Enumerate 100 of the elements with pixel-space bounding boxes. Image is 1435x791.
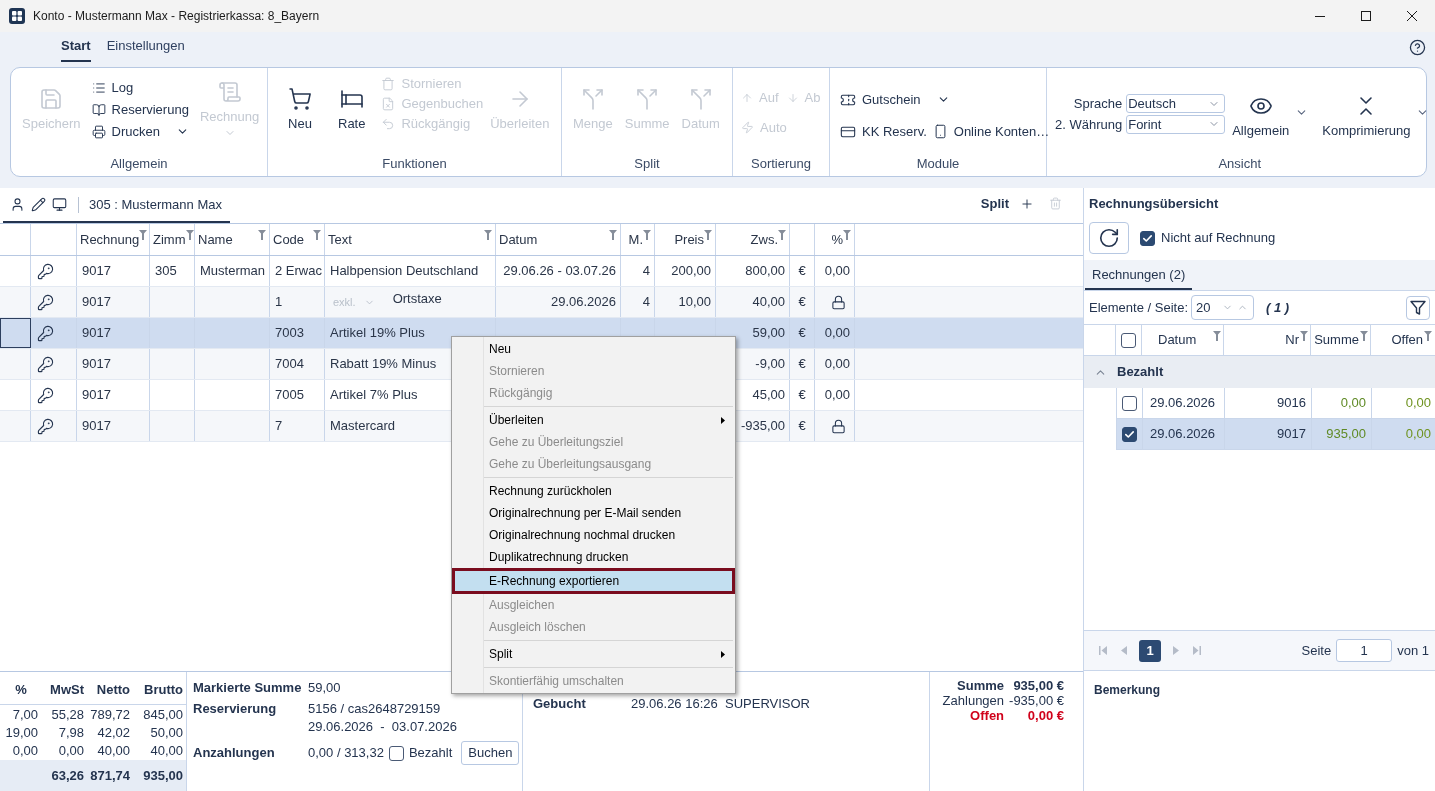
field-label: Anzahlungen (193, 744, 275, 763)
field-label: Seite (1301, 641, 1332, 660)
table-cell-text: 45,00 (752, 386, 785, 405)
table-cell-text: € (798, 262, 806, 281)
field-label: Markierte Summe (193, 679, 302, 697)
table-cell-text: 29.06.2026 (1150, 394, 1216, 413)
table-cell-text: € (798, 293, 806, 312)
table-cell-text: 9017 (82, 324, 111, 343)
table-cell-text: 7 (275, 417, 283, 436)
table-cell-text: -935,00 (740, 417, 785, 436)
remark-label: Bemerkung (1094, 683, 1161, 697)
table-cell-text: 7005 (275, 386, 304, 405)
table-cell-text: 0,00 (824, 355, 850, 374)
field-value: 29.06.2026 - 03.07.2026 (308, 718, 457, 736)
table-cell-text: 0,00 (58, 742, 84, 760)
table-cell-text: 4 (642, 262, 650, 281)
group-label: Split (634, 154, 660, 173)
total-value: 0,00 € (1027, 708, 1064, 723)
table-cell-text: 0,00 (824, 324, 850, 343)
table-cell-text: 0,00 (12, 742, 38, 760)
field-value: 0,00 / 313,32 (308, 744, 384, 763)
table-cell-text: 29.06.2026 (1150, 425, 1216, 444)
table-cell-text: 29.06.2026 (550, 293, 616, 312)
table-cell-text: 55,28 (51, 706, 84, 724)
table-cell-text: 845,00 (143, 706, 183, 724)
table-cell-text: 4 (642, 293, 650, 312)
table-cell-text: Artikel 7% Plus (330, 386, 418, 405)
table-cell-text: 40,00 (97, 742, 130, 760)
table-cell-text: Ortstaxe (392, 290, 442, 309)
page-count: ( 1 ) (1266, 298, 1290, 317)
checkbox-label: Bezahlt (408, 744, 453, 763)
total-cell-text: 935,00 (143, 766, 183, 785)
table-cell-text: 200,00 (671, 262, 711, 281)
group-label: Funktionen (382, 154, 447, 173)
table-cell-text: 0,00 (1405, 394, 1431, 413)
window-title: Konto - Mustermann Max - Registrierkassa: 8_Bayern (33, 8, 320, 25)
field-label: Gebucht (533, 695, 586, 713)
table-cell-text: 9017 (82, 417, 111, 436)
total-label: Summe (957, 678, 1005, 693)
group-label: Allgemein (110, 154, 168, 173)
group-label: Ansicht (1218, 154, 1262, 173)
field-label: Reservierung (193, 700, 277, 718)
total-cell-text: 871,74 (90, 766, 130, 785)
total-value: -935,00 € (1009, 693, 1064, 708)
table-cell-text: 0,00 (824, 386, 850, 405)
column-header: Brutto (144, 680, 183, 699)
table-cell-text: € (798, 386, 806, 405)
table-cell-text: 59,00 (752, 324, 785, 343)
table-cell-text: 2 Erwac (275, 262, 322, 281)
table-cell-text: € (798, 417, 806, 436)
field-label: Elemente / Seite: (1089, 298, 1188, 317)
table-cell-text: 0,00 (824, 262, 850, 281)
total-value: 935,00 € (1013, 678, 1064, 693)
table-cell-text: Artikel 19% Plus (330, 324, 425, 343)
table-cell-text: € (798, 355, 806, 374)
checkbox-label: Nicht auf Rechnung (1161, 229, 1276, 248)
table-cell-text: 7003 (275, 324, 304, 343)
table-cell-text: Rabatt 19% Minus (330, 355, 437, 374)
table-cell-text: 789,72 (90, 706, 130, 724)
field-value: 5156 / cas2648729159 (308, 700, 441, 718)
table-cell-text: 0,00 (1405, 425, 1431, 444)
table-cell-text: € (798, 324, 806, 343)
table-cell-text: 7004 (275, 355, 304, 374)
field-label: 2. Währung (1055, 115, 1123, 134)
table-cell-text: 9017 (82, 386, 111, 405)
table-cell-text: 0,00 (1340, 394, 1366, 413)
table-cell-text: 9017 (82, 293, 111, 312)
table-cell-text: Mastercard (330, 417, 396, 436)
field-label: von 1 (1397, 641, 1429, 660)
split-label: Split (980, 194, 1009, 213)
table-cell-text: 50,00 (150, 724, 183, 742)
table-cell-text: 935,00 (1326, 425, 1366, 444)
table-cell-text: 9017 (82, 262, 111, 281)
table-cell-text: 29.06.26 - 03.07.26 (503, 262, 616, 281)
total-cell-text: 63,26 (51, 766, 84, 785)
table-cell-text: 10,00 (678, 293, 711, 312)
table-cell-text: Musterman (200, 262, 266, 281)
table-cell-text: 7,00 (12, 706, 38, 724)
field-value: 59,00 (308, 679, 341, 697)
column-header: Netto (96, 680, 130, 699)
table-cell-text: 1 (275, 293, 283, 312)
table-cell-text: 9017 (1277, 425, 1306, 444)
table-cell-text: 9017 (82, 355, 111, 374)
table-cell-text: Halbpension Deutschland (330, 262, 479, 281)
table-cell-text: 305 (155, 262, 177, 281)
table-cell-text: 9016 (1277, 394, 1306, 413)
group-label: Module (916, 154, 960, 173)
table-cell-text: 7,98 (58, 724, 84, 742)
group-label: Sortierung (751, 154, 811, 173)
column-header: % (15, 680, 27, 699)
column-header: MwSt (50, 680, 84, 699)
table-cell-text: -9,00 (755, 355, 785, 374)
total-label: Zahlungen (942, 693, 1005, 708)
field-value: 29.06.26 16:26 (631, 695, 718, 713)
table-cell-text: 40,00 (752, 293, 785, 312)
total-label: Offen (970, 708, 1005, 723)
field-value: SUPERVISOR (725, 695, 810, 713)
table-cell-text: 19,00 (5, 724, 38, 742)
panel-title: Rechnungsübersicht (1089, 195, 1219, 214)
table-cell-text: 800,00 (745, 262, 785, 281)
